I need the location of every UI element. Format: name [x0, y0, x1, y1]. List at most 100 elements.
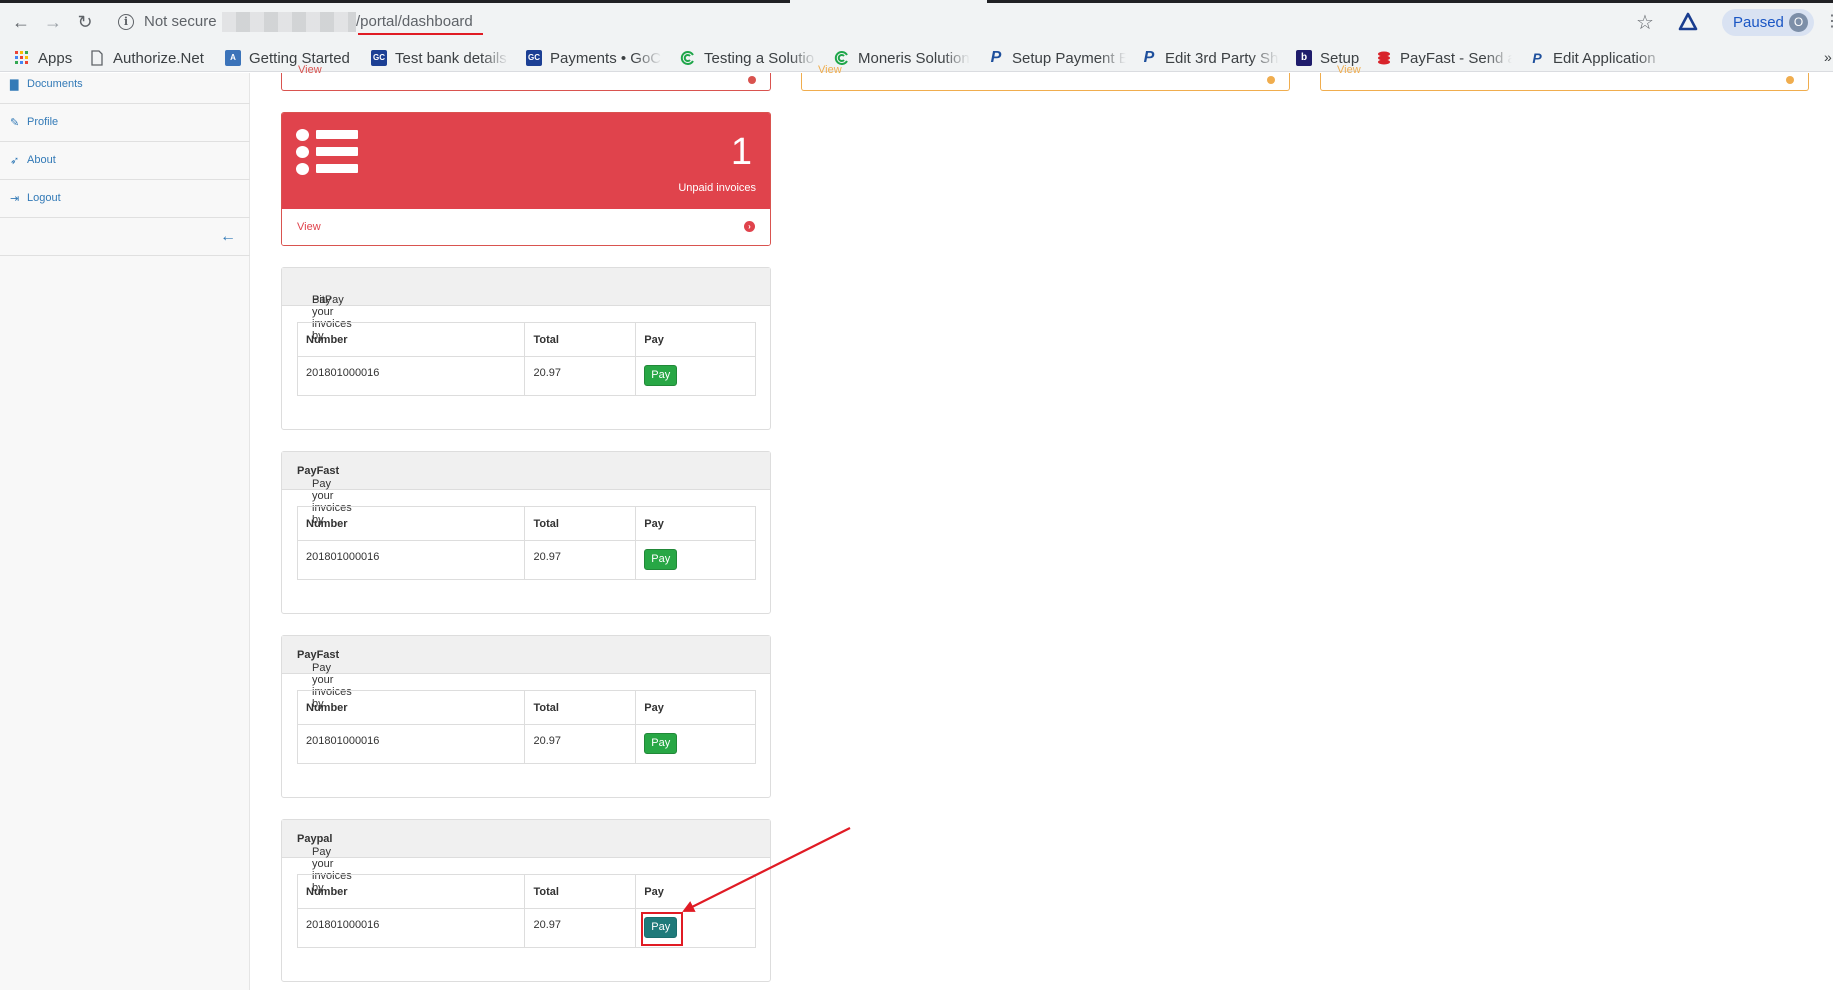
a-logo-icon: A	[225, 50, 241, 66]
bookmarks-bar: Apps Authorize.Net A Getting Started GC …	[0, 44, 1833, 72]
table-header-row: Number Total Pay	[296, 322, 756, 357]
address-bar-path[interactable]: /portal/dashboard	[356, 13, 473, 30]
page-icon	[91, 50, 103, 66]
panel-title: Pay your invoices by PayFast	[297, 649, 352, 710]
table-row: 201801000016 20.97 Pay	[296, 908, 756, 948]
annotation-arrow	[682, 827, 851, 912]
menu-dots-icon[interactable]: ⋮	[1824, 11, 1833, 31]
sidebar: ▇ Documents ✎ Profile ➶ About ⇥ Logout ←	[0, 73, 250, 990]
paypal-icon: P	[1532, 50, 1542, 66]
bookmark-item[interactable]: Authorize.Net	[89, 48, 215, 68]
provider-name: PayFast	[297, 649, 340, 661]
bookmark-star-icon[interactable]: ☆	[1636, 10, 1654, 35]
tab-strip	[987, 0, 1833, 3]
view-link[interactable]: View	[297, 221, 321, 233]
payment-panel-bitpay: Pay your invoices by BitPay Number Total Pa…	[281, 267, 771, 430]
invoice-total: 20.97	[524, 356, 637, 396]
arrow-circle-icon	[1267, 76, 1275, 84]
invoice-number: 201801000016	[296, 908, 526, 948]
invoice-table: Number Total Pay 201801000016 20.97 Pay	[296, 690, 756, 764]
bookmark-item[interactable]: Moneris Solution	[834, 48, 970, 68]
view-link[interactable]: View	[1337, 64, 1361, 76]
invoice-table: Number Total Pay 201801000016 20.97 Pay	[296, 874, 756, 948]
info-icon[interactable]: i	[118, 14, 134, 30]
pay-cell: Pay	[635, 356, 756, 396]
payment-panel-paypal: Pay your invoices by Paypal Number Total Pa…	[281, 819, 771, 982]
card-header: 1 Unpaid invoices	[282, 113, 770, 209]
pay-button[interactable]: Pay	[644, 549, 678, 570]
bookmark-item[interactable]: P Setup Payment E	[988, 48, 1126, 68]
column-header: Number	[296, 506, 526, 541]
pay-button[interactable]: Pay	[644, 365, 678, 386]
rocket-icon: ➶	[10, 155, 20, 167]
column-header: Number	[296, 322, 526, 357]
bookmark-item[interactable]: GC Payments • GoCa	[526, 48, 662, 68]
stat-card-stub: View	[801, 64, 1290, 91]
back-icon[interactable]: ←	[10, 11, 32, 33]
apps-grid-icon	[15, 51, 28, 64]
arrow-circle-icon	[748, 76, 756, 84]
pay-cell: Pay	[635, 540, 756, 580]
bookmark-item[interactable]: Testing a Solutio	[680, 48, 817, 68]
panel-heading: Pay your invoices by PayFast	[282, 636, 770, 710]
bookmark-item[interactable]: P Edit Application	[1529, 48, 1664, 68]
unpaid-count: 1	[730, 131, 752, 173]
panel-heading: Pay your invoices by Paypal	[282, 820, 770, 894]
sidebar-item-about[interactable]: ➶ About	[0, 142, 250, 180]
column-header: Total	[524, 506, 637, 541]
tab-strip	[0, 0, 790, 3]
column-header: Pay	[635, 506, 756, 541]
annotation-underline	[358, 33, 483, 35]
column-header: Number	[296, 874, 526, 909]
column-header: Pay	[635, 690, 756, 725]
table-row: 201801000016 20.97 Pay	[296, 356, 756, 396]
more-bookmarks-button[interactable]: »	[1824, 49, 1832, 65]
bookmark-item[interactable]: A Getting Started	[225, 48, 357, 68]
paused-label: Paused	[1733, 14, 1784, 31]
reload-icon[interactable]: ↻	[74, 11, 96, 33]
redacted-host	[222, 12, 356, 32]
column-header: Pay	[635, 874, 756, 909]
unpaid-invoices-card: 1 Unpaid invoices View ›	[281, 112, 771, 246]
bookmark-item[interactable]: GC Test bank details	[371, 48, 509, 68]
invoice-number: 201801000016	[296, 356, 526, 396]
stat-card-stub: View	[281, 64, 771, 91]
extension-icon[interactable]	[1678, 12, 1698, 32]
sidebar-collapse-button[interactable]: ←	[0, 218, 250, 256]
paypal-icon: P	[990, 49, 1002, 66]
bookmark-item[interactable]: P Edit 3rd Party Sh	[1141, 48, 1279, 68]
bookmark-item[interactable]: PayFast - Send ar	[1376, 48, 1512, 68]
annotation-highlight-box	[641, 912, 683, 946]
bookmark-item[interactable]: Apps	[14, 48, 76, 68]
provider-name: BitPay	[312, 294, 344, 306]
profile-paused-button[interactable]: Paused O	[1722, 9, 1814, 36]
panel-heading: Pay your invoices by PayFast	[282, 452, 770, 526]
card-footer[interactable]: View ›	[282, 209, 770, 245]
sidebar-item-documents[interactable]: ▇ Documents	[0, 66, 250, 104]
view-link[interactable]: View	[298, 64, 322, 76]
pencil-icon: ✎	[10, 117, 20, 129]
provider-name: Paypal	[297, 833, 333, 845]
payfast-icon	[1378, 51, 1390, 65]
payment-panel-payfast-2: Pay your invoices by PayFast Number Total P…	[281, 635, 771, 798]
arrow-circle-right-icon: ›	[744, 221, 755, 232]
portal-page: ▇ Documents ✎ Profile ➶ About ⇥ Logout ←…	[0, 64, 1833, 990]
table-row: 201801000016 20.97 Pay	[296, 540, 756, 580]
arrow-left-icon: ←	[220, 228, 236, 245]
table-header-row: Number Total Pay	[296, 874, 756, 909]
unpaid-subtitle: Unpaid invoices	[678, 182, 756, 194]
invoice-total: 20.97	[524, 540, 637, 580]
panel-title: Pay your invoices by PayFast	[297, 465, 352, 526]
column-header: Total	[524, 690, 637, 725]
table-header-row: Number Total Pay	[296, 690, 756, 725]
sidebar-item-logout[interactable]: ⇥ Logout	[0, 180, 250, 218]
view-link[interactable]: View	[818, 64, 842, 76]
invoice-table: Number Total Pay 201801000016 20.97 Pay	[296, 506, 756, 580]
sidebar-item-profile[interactable]: ✎ Profile	[0, 104, 250, 142]
list-icon	[296, 129, 358, 175]
forward-icon[interactable]: →	[42, 11, 64, 33]
gc-icon: GC	[371, 50, 387, 66]
panel-heading: Pay your invoices by BitPay	[282, 268, 770, 342]
column-header: Total	[524, 322, 637, 357]
pay-button[interactable]: Pay	[644, 733, 678, 754]
